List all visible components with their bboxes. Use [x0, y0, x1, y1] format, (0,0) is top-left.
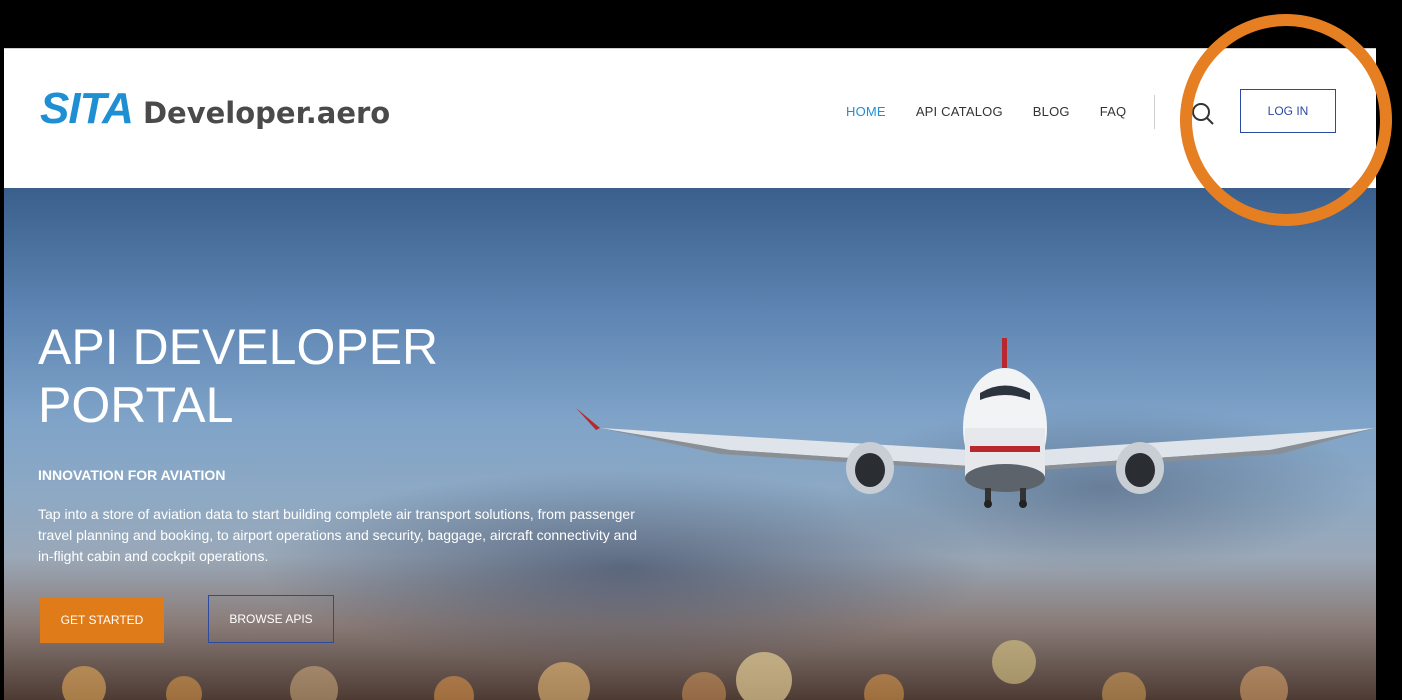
hero-banner: API DEVELOPER PORTAL INNOVATION FOR AVIA…: [4, 188, 1376, 700]
logo-brand: SITA: [40, 84, 134, 133]
hero-title-line-1: API DEVELOPER: [38, 319, 439, 375]
nav-blog[interactable]: BLOG: [1033, 104, 1070, 119]
airplane-image: [576, 338, 1375, 508]
site-logo[interactable]: SITA Developer.aero: [40, 87, 390, 131]
get-started-button[interactable]: GET STARTED: [40, 597, 164, 643]
top-black-bar: [0, 0, 1402, 48]
hero-title: API DEVELOPER PORTAL: [38, 318, 558, 434]
main-nav: HOME API CATALOG BLOG FAQ: [846, 104, 1126, 119]
logo-site-name: Developer.aero: [142, 96, 391, 130]
highlight-circle-annotation: [1180, 14, 1392, 226]
hero-subtitle: INNOVATION FOR AVIATION: [38, 467, 226, 483]
hero-title-line-2: PORTAL: [38, 377, 234, 433]
nav-api-catalog[interactable]: API CATALOG: [916, 104, 1003, 119]
site-header: SITA Developer.aero HOME API CATALOG BLO…: [4, 48, 1376, 189]
hero-description: Tap into a store of aviation data to sta…: [38, 506, 637, 564]
nav-divider: [1154, 95, 1155, 129]
page: SITA Developer.aero HOME API CATALOG BLO…: [0, 0, 1402, 700]
nav-faq[interactable]: FAQ: [1100, 104, 1127, 119]
nav-home[interactable]: HOME: [846, 104, 886, 119]
browse-apis-button[interactable]: BROWSE APIS: [208, 595, 334, 643]
